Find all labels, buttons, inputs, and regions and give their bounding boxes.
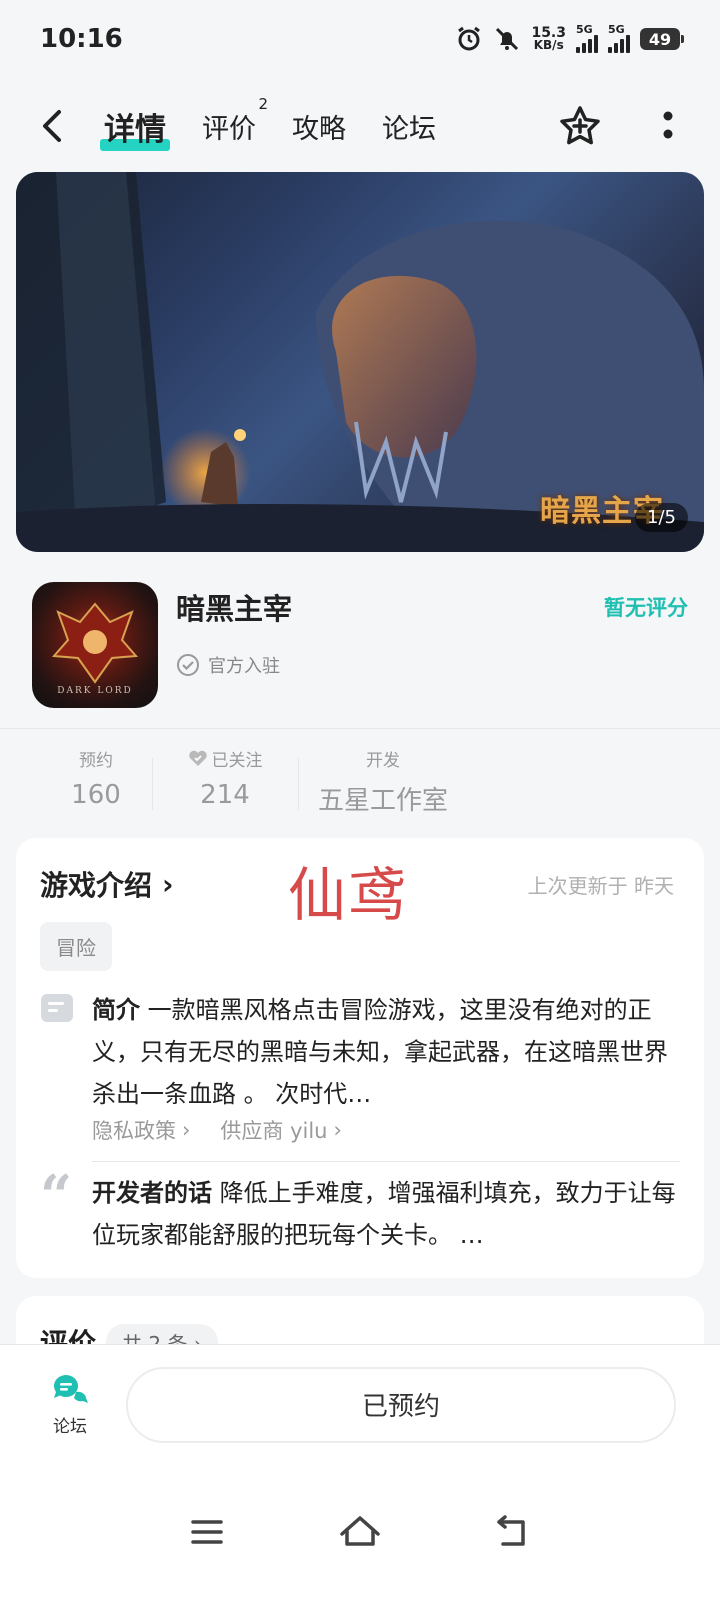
watermark-text: 仙鸢	[288, 861, 409, 929]
tab-bar: 详情 评价 2 攻略 论坛	[100, 95, 436, 151]
signal-5g-icon-2: 5G	[608, 23, 630, 53]
rating-status: 暂无评分	[604, 596, 688, 620]
chevron-right-icon: ›	[333, 1118, 342, 1142]
tab-guides[interactable]: 攻略	[292, 107, 346, 146]
heart-icon	[188, 750, 207, 766]
forum-button[interactable]: 论坛	[30, 1372, 110, 1437]
game-header: DARK LORD 暗黑主宰 官方入驻 暂无评分	[0, 570, 720, 730]
signal-5g-icon: 5G	[576, 23, 598, 53]
menu-icon[interactable]	[183, 1508, 231, 1556]
forum-chat-icon	[54, 1375, 88, 1403]
mute-bell-icon	[493, 25, 521, 53]
tab-reviews[interactable]: 评价 2	[202, 95, 268, 146]
icon-caption: DARK LORD	[57, 686, 133, 696]
status-icons: 15.3 KB/s 5G 5G 49	[455, 23, 684, 53]
quote-icon: “	[40, 1163, 73, 1229]
alarm-icon	[455, 25, 483, 53]
top-nav: 详情 评价 2 攻略 论坛	[0, 90, 720, 162]
game-title: 暗黑主宰	[176, 592, 293, 626]
screenshot-carousel[interactable]: 暗黑主宰 1/5	[16, 172, 704, 552]
battery-icon: 49	[640, 28, 684, 50]
tab-forum[interactable]: 论坛	[382, 107, 436, 146]
section-divider	[0, 728, 720, 729]
status-time: 10:16	[40, 24, 123, 54]
chevron-right-icon: ›	[182, 1118, 191, 1142]
home-icon[interactable]	[336, 1508, 384, 1556]
bottom-action-bar: 论坛 已预约	[0, 1344, 720, 1464]
back-nav-icon[interactable]	[489, 1508, 537, 1556]
official-badge: 官方入驻	[176, 652, 292, 678]
summary-doc-icon	[41, 994, 73, 1022]
system-nav-bar	[0, 1464, 720, 1600]
stat-developer[interactable]: 开发 五星工作室	[298, 744, 468, 824]
back-icon[interactable]	[30, 104, 74, 148]
carousel-counter: 1/5	[635, 503, 688, 532]
inner-divider	[92, 1161, 680, 1162]
stat-followers[interactable]: 已关注 214	[152, 744, 298, 824]
genre-tag[interactable]: 冒险	[40, 922, 112, 971]
stats-row: 预约 160 已关注 214 开发 五星工作室	[40, 744, 468, 824]
check-circle-icon	[177, 654, 199, 676]
summary-text: 一款暗黑风格点击冒险游戏，这里没有绝对的正义，只有无尽的黑暗与未知，拿起武器，在…	[92, 996, 668, 1108]
game-app-icon: DARK LORD	[32, 582, 158, 708]
summary-row[interactable]: 简介 一款暗黑风格点击冒险游戏，这里没有绝对的正义，只有无尽的黑暗与未知，拿起武…	[40, 989, 680, 1145]
favorite-star-icon[interactable]	[558, 104, 602, 148]
reserved-button[interactable]: 已预约	[126, 1366, 676, 1443]
tab-details[interactable]: 详情	[100, 104, 170, 151]
stat-reservations: 预约 160	[71, 750, 121, 811]
developer-note-row[interactable]: “ 开发者的话 降低上手难度，增强福利填充，致力于让每位玩家都能舒服的把玩每个关…	[40, 1168, 680, 1256]
net-speed: 15.3 KB/s	[531, 25, 566, 52]
last-updated: 上次更新于 昨天	[527, 873, 674, 898]
more-options-icon[interactable]	[646, 104, 690, 148]
intro-title[interactable]: 游戏介绍	[40, 864, 152, 904]
privacy-policy-link[interactable]: 隐私政策 ›	[92, 1115, 190, 1145]
game-intro-card: 游戏介绍 › 上次更新于 昨天 仙鸢 冒险 简介 一款暗黑风格点击冒险游戏，这里…	[16, 838, 704, 1278]
review-count-badge: 2	[258, 94, 268, 113]
supplier-link[interactable]: 供应商 yilu ›	[220, 1115, 342, 1145]
status-bar: 10:16 15.3 KB/s 5G 5G 49	[0, 0, 720, 78]
chevron-right-icon[interactable]: ›	[162, 868, 174, 901]
